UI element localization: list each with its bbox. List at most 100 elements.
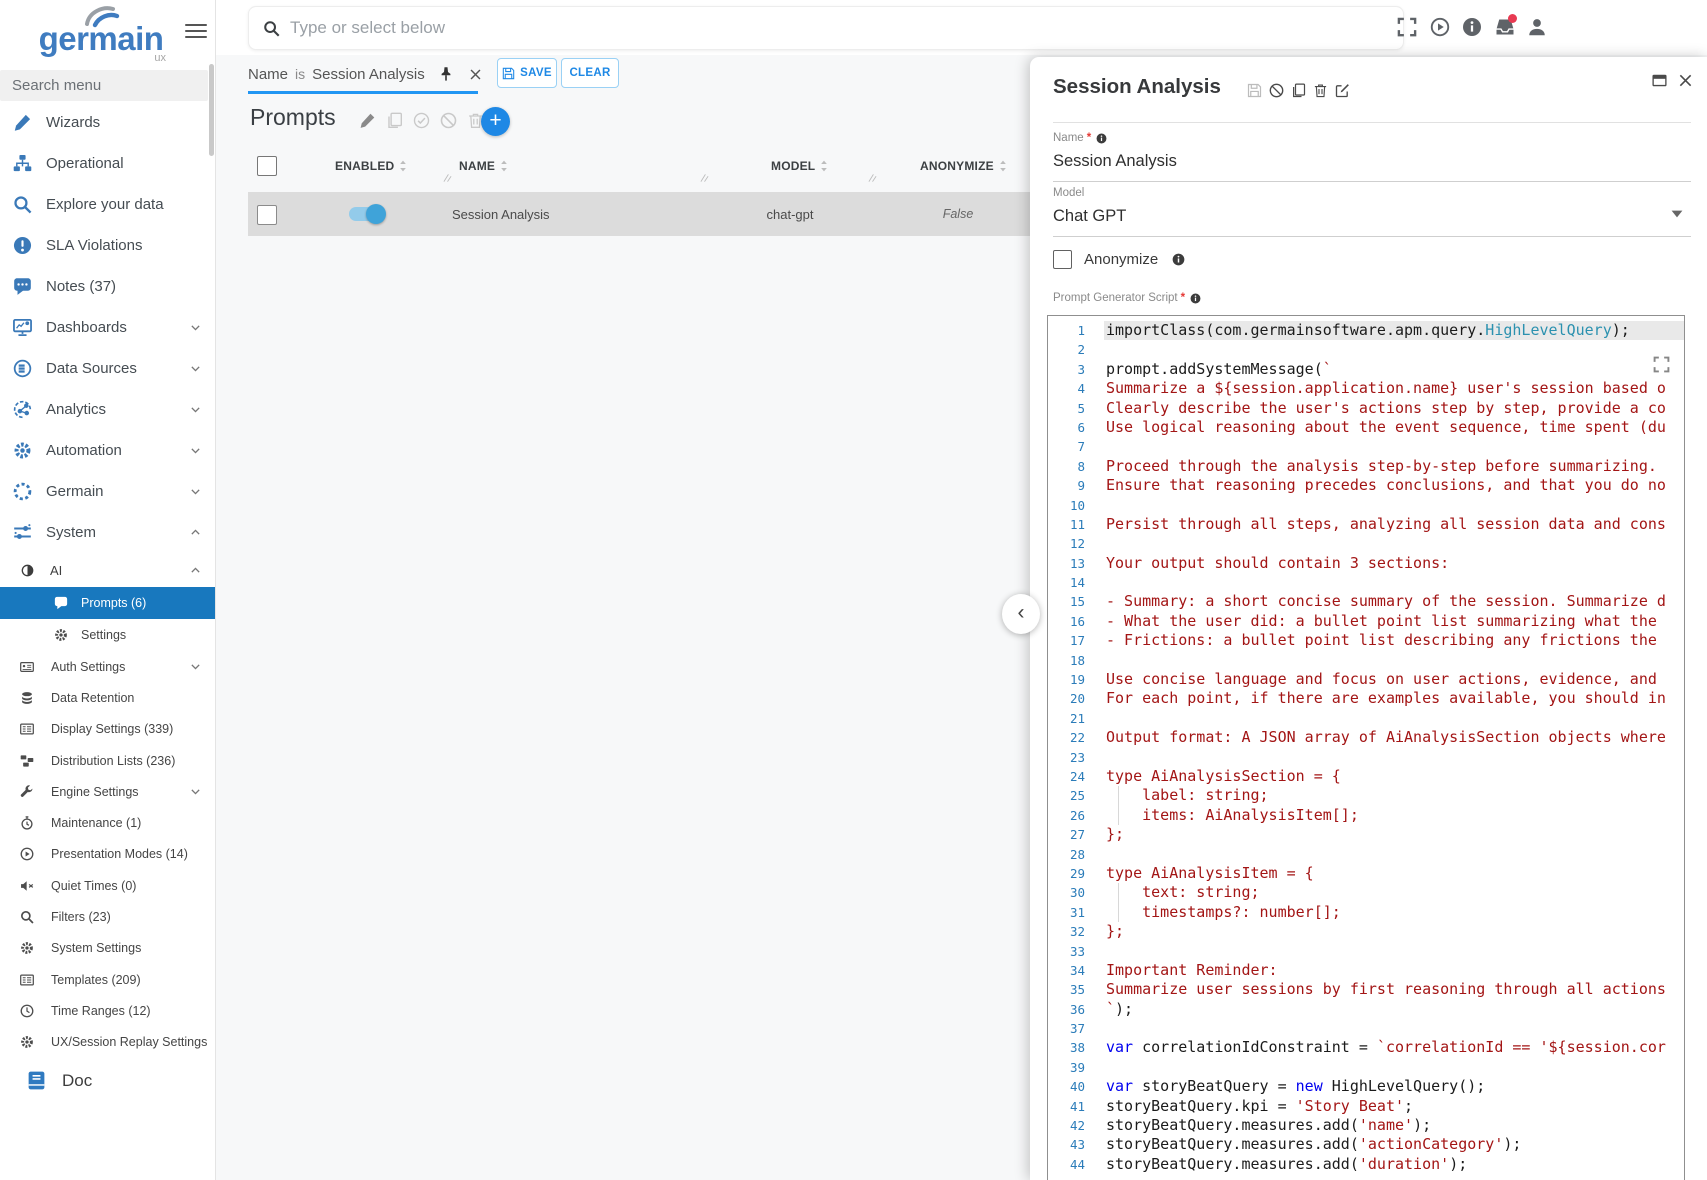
enable-icon[interactable] xyxy=(413,112,430,129)
sidebar-search-input[interactable]: Search menu xyxy=(0,70,208,101)
close-icon[interactable] xyxy=(1678,73,1693,88)
sidebar-item-system-settings[interactable]: System Settings xyxy=(0,933,215,964)
column-header-anonymize[interactable]: ANONYMIZE xyxy=(920,156,1008,176)
row-checkbox[interactable] xyxy=(257,205,277,225)
anonymize-row: Anonymize xyxy=(1053,250,1185,269)
name-field[interactable]: Session Analysis xyxy=(1053,152,1177,171)
distlist-icon xyxy=(20,754,34,768)
sidebar-item-ux-session-replay-settings[interactable]: UX/Session Replay Settings xyxy=(0,1027,215,1058)
column-header-enabled[interactable]: ENABLED xyxy=(335,156,408,176)
sidebar-item-data-sources[interactable]: Data Sources xyxy=(0,348,215,389)
duplicate-icon[interactable] xyxy=(386,112,403,129)
dock-panel-icon[interactable] xyxy=(1652,73,1667,88)
stopwatch-icon xyxy=(20,816,34,830)
expand-editor-icon[interactable] xyxy=(1653,356,1670,373)
fullscreen-icon[interactable] xyxy=(1397,17,1417,37)
disable-icon[interactable] xyxy=(1269,83,1284,98)
sidebar-item-maintenance-1[interactable]: Maintenance (1) xyxy=(0,807,215,838)
sidebar-item-display-settings-339[interactable]: Display Settings (339) xyxy=(0,714,215,745)
analytics-icon xyxy=(13,400,32,419)
line-number: 18 xyxy=(1048,651,1104,670)
info-icon[interactable] xyxy=(1096,133,1107,144)
sidebar-item-operational[interactable]: Operational xyxy=(0,143,215,184)
filter-operator[interactable]: is xyxy=(295,66,305,82)
add-prompt-button[interactable]: + xyxy=(481,107,510,136)
sidebar-item-auth-settings[interactable]: Auth Settings xyxy=(0,651,215,682)
model-select[interactable]: Chat GPT xyxy=(1053,207,1126,226)
chevron-down-icon[interactable] xyxy=(1671,210,1683,218)
anonymize-checkbox[interactable] xyxy=(1053,250,1072,269)
sort-icon[interactable] xyxy=(499,159,509,173)
menu-toggle-icon[interactable] xyxy=(185,24,207,42)
name-field-label: Name* xyxy=(1053,132,1107,144)
sidebar-item-time-ranges-12[interactable]: Time Ranges (12) xyxy=(0,995,215,1026)
sidebar-item-notes-37[interactable]: Notes (37) xyxy=(0,266,215,307)
rename-icon[interactable] xyxy=(1335,83,1350,98)
column-resize-handle[interactable] xyxy=(700,173,709,183)
code-line: 33 xyxy=(1048,942,1684,961)
sidebar-item-distribution-lists-236[interactable]: Distribution Lists (236) xyxy=(0,745,215,776)
line-number: 9 xyxy=(1048,476,1104,495)
save-icon[interactable] xyxy=(1247,83,1262,98)
row-name: Session Analysis xyxy=(452,192,550,236)
info-icon[interactable] xyxy=(1190,293,1201,304)
sidebar-item-presentation-modes-14[interactable]: Presentation Modes (14) xyxy=(0,839,215,870)
select-all-checkbox[interactable] xyxy=(257,156,277,176)
line-number: 25 xyxy=(1048,786,1104,805)
sidebar-item-explore-your-data[interactable]: Explore your data xyxy=(0,184,215,225)
sidebar-item-system[interactable]: System xyxy=(0,512,215,553)
sidebar-item-quiet-times-0[interactable]: Quiet Times (0) xyxy=(0,870,215,901)
sidebar-item-ai[interactable]: AI xyxy=(0,553,215,587)
sidebar-item-wizards[interactable]: Wizards xyxy=(0,102,215,143)
sidebar-item-engine-settings[interactable]: Engine Settings xyxy=(0,776,215,807)
notifications-inbox-icon[interactable] xyxy=(1495,17,1515,37)
sidebar-item-doc[interactable]: Doc xyxy=(0,1060,215,1102)
global-search-input[interactable]: Type or select below xyxy=(248,6,1404,50)
column-resize-handle[interactable] xyxy=(443,173,452,183)
line-number: 42 xyxy=(1048,1116,1104,1135)
remove-filter-icon[interactable] xyxy=(469,68,482,81)
code-line: 34Important Reminder: xyxy=(1048,961,1684,980)
filter-value[interactable]: Session Analysis xyxy=(312,66,425,83)
clear-filter-button[interactable]: CLEAR xyxy=(561,58,619,88)
filter-chip: Name is Session Analysis xyxy=(248,59,482,89)
column-header-model[interactable]: MODEL xyxy=(771,156,829,176)
duplicate-icon[interactable] xyxy=(1291,83,1306,98)
user-icon[interactable] xyxy=(1527,17,1547,37)
anonymize-label: Anonymize xyxy=(1084,251,1158,268)
sidebar-item-analytics[interactable]: Analytics xyxy=(0,389,215,430)
save-filter-button[interactable]: SAVE xyxy=(497,58,557,88)
replay-icon[interactable] xyxy=(1430,17,1450,37)
column-header-name[interactable]: NAME xyxy=(459,156,509,176)
disable-icon[interactable] xyxy=(440,112,457,129)
enabled-toggle[interactable] xyxy=(349,207,383,221)
edit-icon[interactable] xyxy=(359,112,376,129)
sidebar-item-settings[interactable]: Settings xyxy=(0,619,215,651)
sidebar-item-templates-209[interactable]: Templates (209) xyxy=(0,964,215,995)
sidebar-item-dashboards[interactable]: Dashboards xyxy=(0,307,215,348)
sidebar-item-automation[interactable]: Automation xyxy=(0,430,215,471)
code-line: 28 xyxy=(1048,845,1684,864)
filter-field[interactable]: Name xyxy=(248,66,288,83)
sort-icon[interactable] xyxy=(398,159,408,173)
sidebar-item-germain[interactable]: Germain xyxy=(0,471,215,512)
script-code-editor[interactable]: 1importClass(com.germainsoftware.apm.que… xyxy=(1047,315,1685,1180)
sidebar-item-prompts-6[interactable]: Prompts (6) xyxy=(0,587,215,619)
code-line: 13Your output should contain 3 sections: xyxy=(1048,554,1684,573)
column-resize-handle[interactable] xyxy=(868,173,877,183)
sort-icon[interactable] xyxy=(998,159,1008,173)
code-line: 41storyBeatQuery.kpi = 'Story Beat'; xyxy=(1048,1097,1684,1116)
code-line: 3prompt.addSystemMessage(` xyxy=(1048,360,1684,379)
wrench-icon xyxy=(20,785,34,799)
sidebar-item-filters-23[interactable]: Filters (23) xyxy=(0,901,215,932)
info-icon[interactable] xyxy=(1462,17,1482,37)
sidebar-item-sla-violations[interactable]: SLA Violations xyxy=(0,225,215,266)
sidebar-item-data-retention[interactable]: Data Retention xyxy=(0,682,215,713)
collapse-panel-button[interactable]: ‹ xyxy=(1002,594,1040,634)
row-model: chat-gpt xyxy=(760,192,820,236)
code-line: 27}; xyxy=(1048,825,1684,844)
pin-icon[interactable] xyxy=(438,66,454,82)
info-icon[interactable] xyxy=(1172,253,1185,266)
delete-icon[interactable] xyxy=(1313,83,1328,98)
sort-icon[interactable] xyxy=(819,159,829,173)
